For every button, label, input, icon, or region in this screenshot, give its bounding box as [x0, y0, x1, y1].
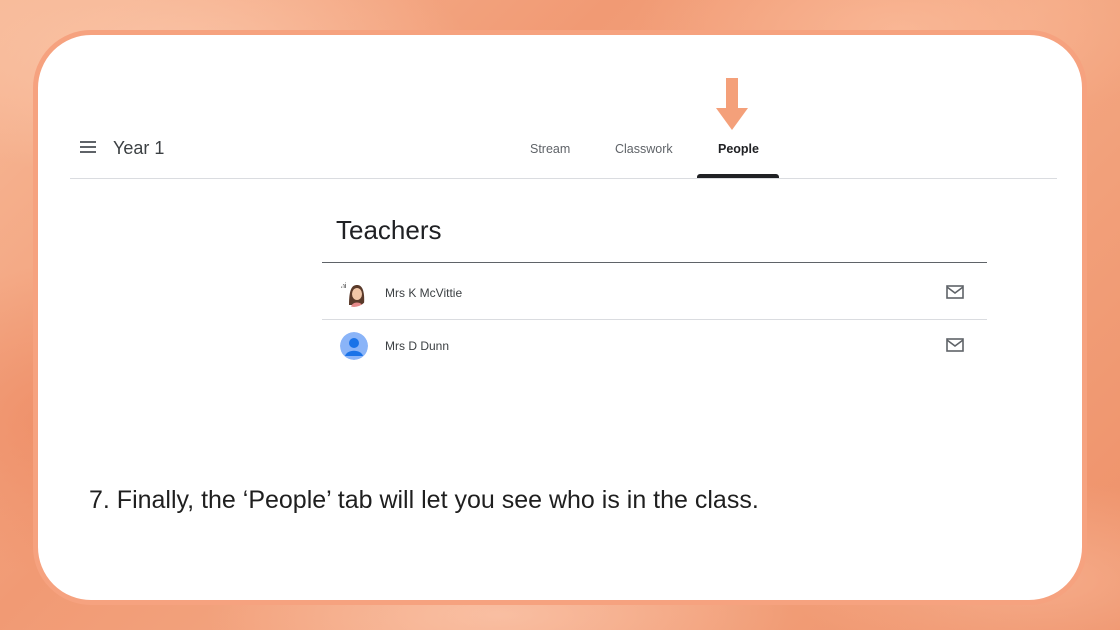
mail-icon[interactable]: [946, 285, 964, 299]
teacher-name[interactable]: Mrs K McVittie: [385, 286, 462, 300]
tab-stream[interactable]: Stream: [530, 142, 570, 156]
teacher-row: Mrs D Dunn: [322, 320, 987, 372]
class-title[interactable]: Year 1: [113, 138, 164, 159]
bitmoji-avatar: hi: [340, 279, 368, 307]
instruction-caption: 7. Finally, the ‘People’ tab will let yo…: [89, 486, 759, 514]
hamburger-menu-icon[interactable]: [80, 141, 98, 155]
tab-classwork[interactable]: Classwork: [615, 142, 673, 156]
svg-text:hi: hi: [341, 283, 347, 290]
classroom-header: Year 1 Stream Classwork People: [70, 120, 1057, 179]
active-tab-indicator: [697, 174, 779, 178]
teachers-heading: Teachers: [336, 215, 442, 245]
teacher-name[interactable]: Mrs D Dunn: [385, 339, 449, 353]
section-divider: [322, 262, 987, 263]
teacher-row: hi Mrs K McVittie: [322, 267, 987, 320]
mail-icon[interactable]: [946, 338, 964, 352]
default-person-avatar: [340, 332, 368, 360]
tab-people[interactable]: People: [718, 142, 759, 156]
